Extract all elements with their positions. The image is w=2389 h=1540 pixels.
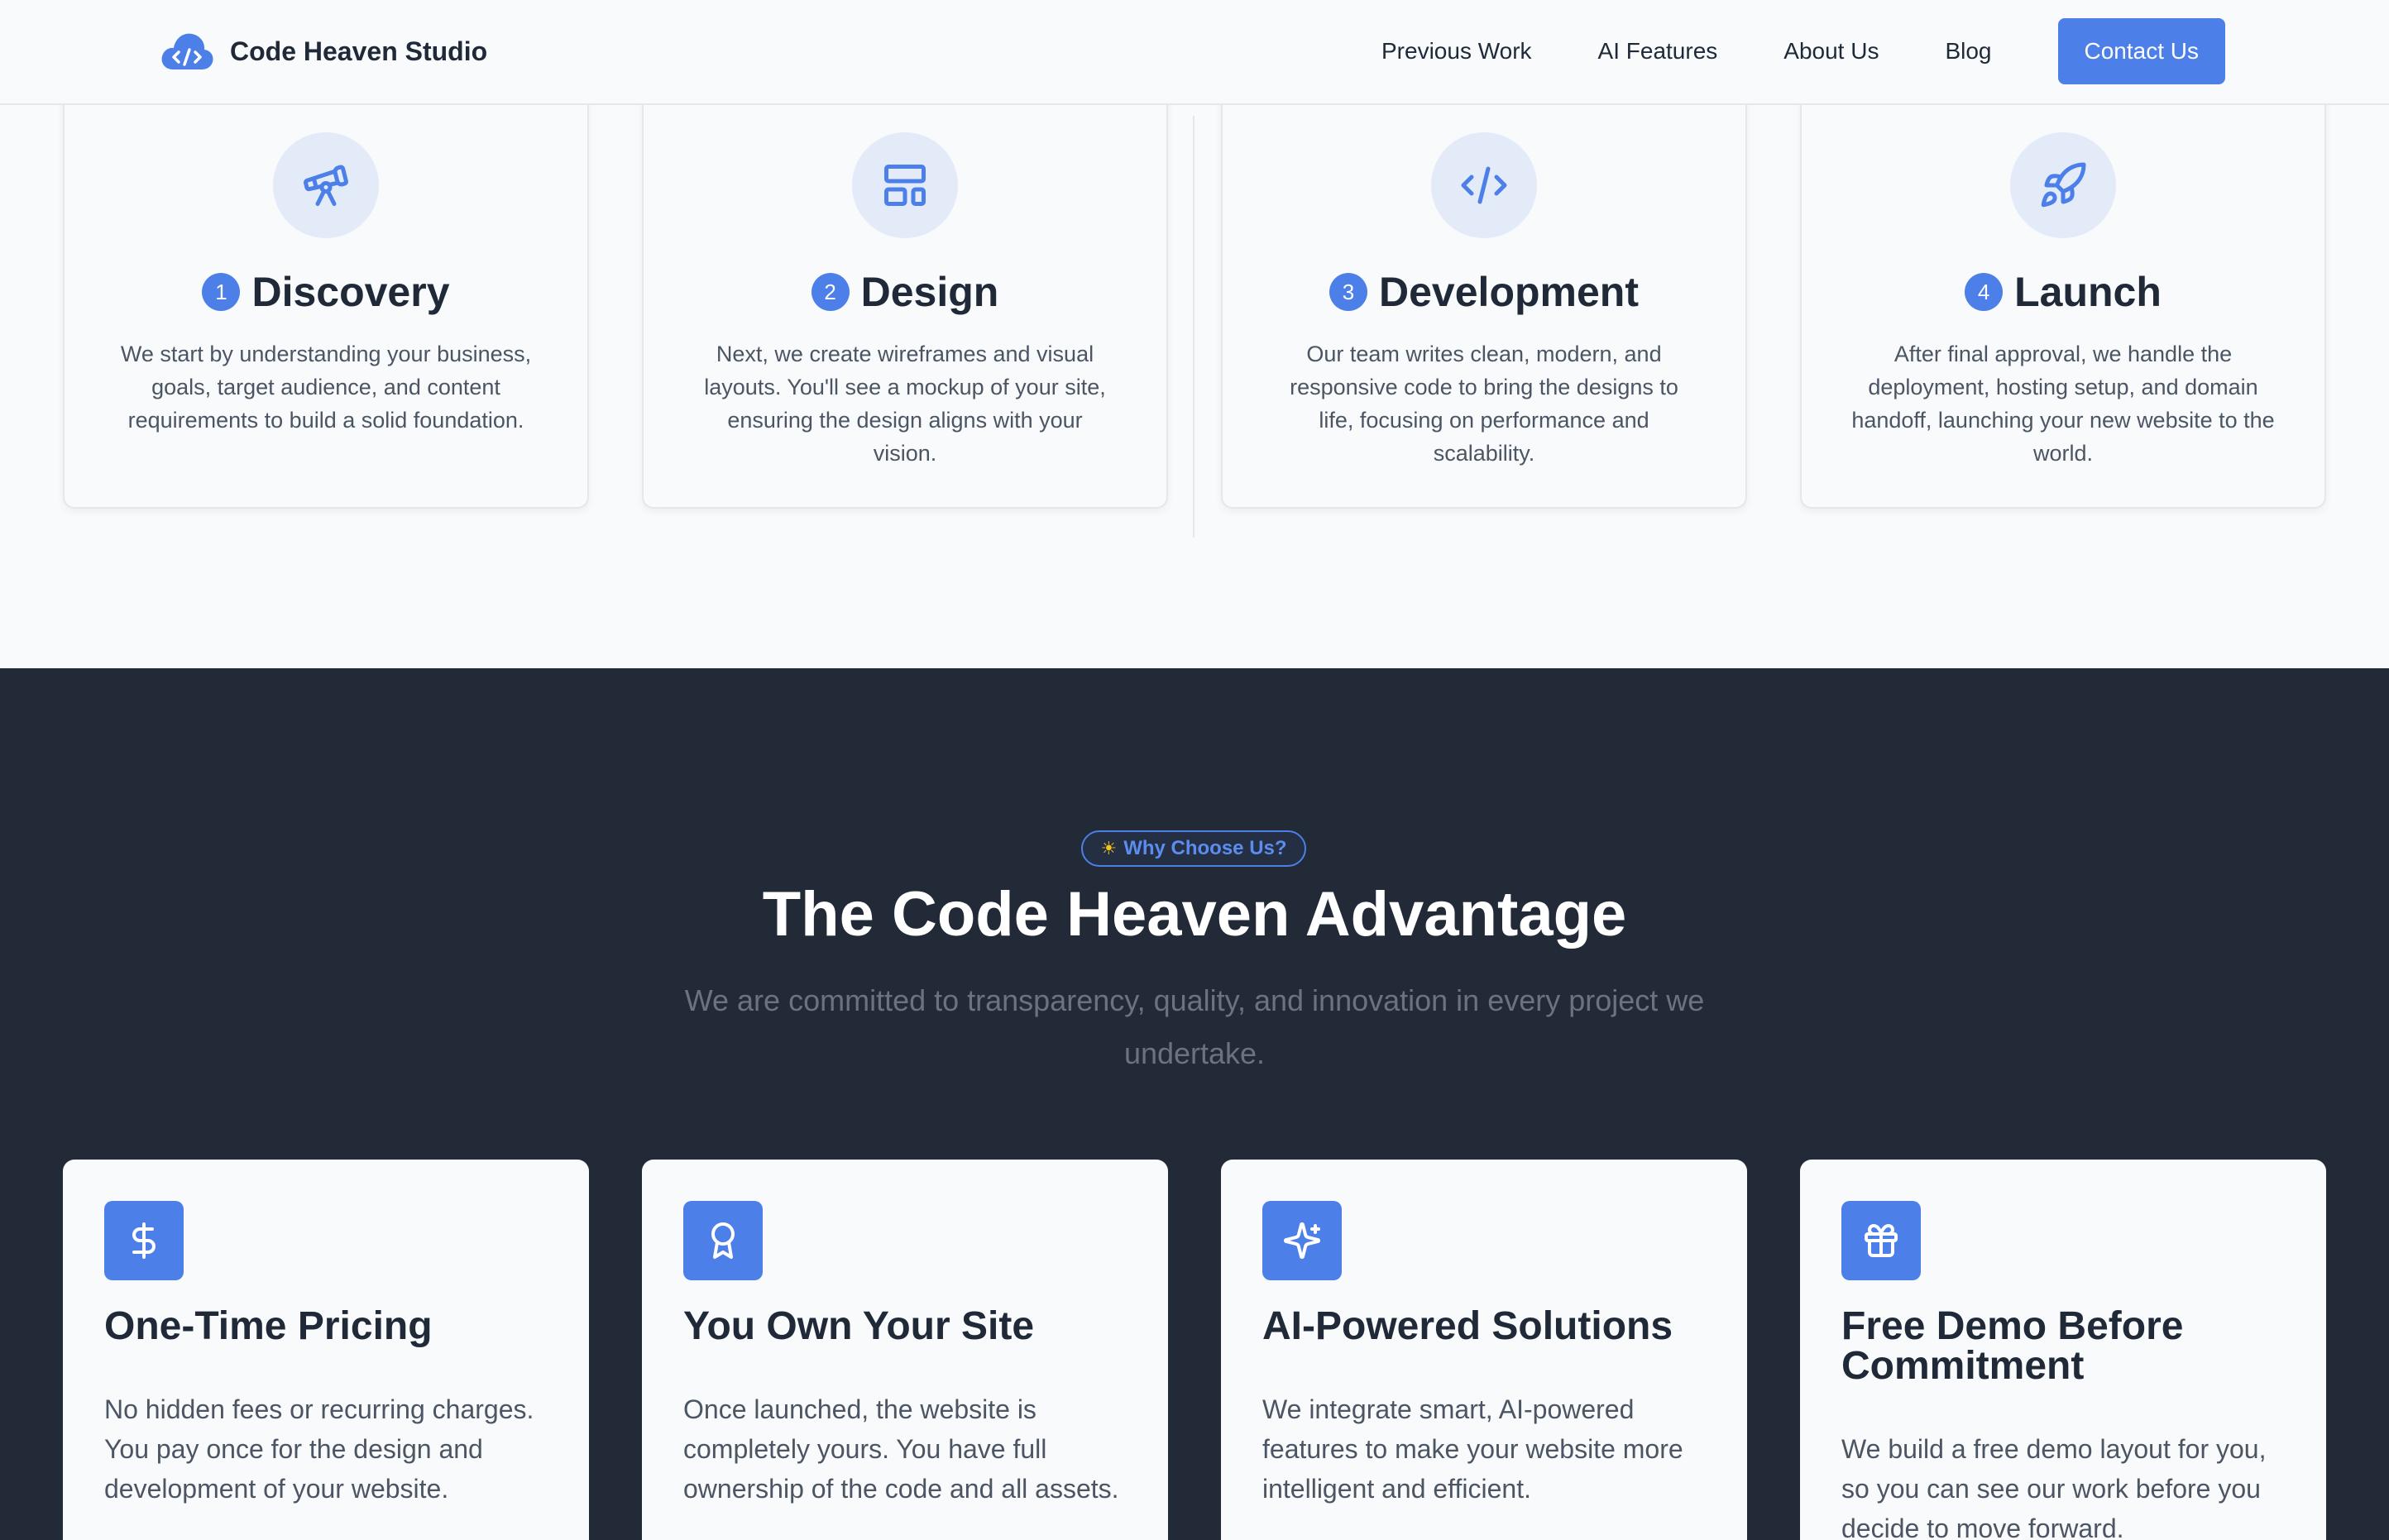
nav-ai-features[interactable]: AI Features [1598, 38, 1718, 65]
card-title: You Own Your Site [683, 1304, 1035, 1348]
award-icon [683, 1201, 763, 1280]
telescope-icon [273, 132, 379, 238]
advantage-card-pricing: One-Time Pricing No hidden fees or recur… [63, 1160, 589, 1540]
card-description: Once launched, the website is completely… [683, 1394, 1119, 1504]
step-title: Discovery [251, 269, 450, 315]
process-card-launch: 4 Launch After final approval, we handle… [1800, 83, 2326, 509]
dollar-icon [104, 1201, 184, 1280]
card-title: Free Demo Before Commitment [1841, 1304, 2184, 1388]
why-choose-badge: ☀ Why Choose Us? [1081, 830, 1306, 867]
sun-icon: ☀ [1100, 838, 1118, 858]
advantage-card-ai: AI-Powered Solutions We integrate smart,… [1221, 1160, 1747, 1540]
gift-icon [1841, 1201, 1921, 1280]
step-description: We start by understanding your business,… [120, 342, 532, 433]
step-description: After final approval, we handle the depl… [1851, 342, 2275, 466]
card-title: AI-Powered Solutions [1262, 1304, 1673, 1348]
step-title: Launch [2014, 269, 2162, 315]
card-title: One-Time Pricing [104, 1304, 433, 1348]
process-title: 2 Design [644, 268, 1166, 316]
brand[interactable]: Code Heaven Studio [159, 28, 487, 74]
section-title: The Code Heaven Advantage [762, 879, 1627, 949]
advantage-card-ownership: You Own Your Site Once launched, the web… [642, 1160, 1168, 1540]
process-card-discovery: 1 Discovery We start by understanding yo… [63, 83, 589, 509]
divider [1193, 116, 1194, 538]
process-title: 4 Launch [1802, 268, 2324, 316]
page: 1 Discovery We start by understanding yo… [0, 0, 2389, 1540]
process-title: 1 Discovery [65, 268, 587, 316]
code-icon [1431, 132, 1537, 238]
card-description: We build a free demo layout for you, so … [1841, 1434, 2267, 1540]
process-card-development: 3 Development Our team writes clean, mod… [1221, 83, 1747, 509]
cloud-code-icon [161, 33, 213, 69]
step-title: Design [860, 269, 999, 315]
badge-label: Why Choose Us? [1123, 837, 1287, 859]
sparkles-icon [1262, 1201, 1342, 1280]
site-header: Code Heaven Studio Previous Work AI Feat… [0, 0, 2389, 105]
card-description: We integrate smart, AI-powered features … [1262, 1394, 1683, 1504]
card-description: No hidden fees or recurring charges. You… [104, 1394, 534, 1504]
advantage-section: ☀ Why Choose Us? The Code Heaven Advanta… [0, 668, 2389, 1540]
step-number-badge: 2 [811, 273, 850, 311]
layout-icon [852, 132, 958, 238]
step-title: Development [1379, 269, 1639, 315]
step-number-badge: 4 [1965, 273, 2004, 311]
contact-us-button[interactable]: Contact Us [2057, 18, 2225, 84]
step-number-badge: 3 [1329, 273, 1368, 311]
process-title: 3 Development [1223, 268, 1745, 316]
main-nav: Previous Work AI Features About Us Blog … [1381, 18, 2225, 84]
section-subtitle: We are committed to transparency, qualit… [684, 983, 1705, 1070]
advantage-card-demo: Free Demo Before Commitment We build a f… [1800, 1160, 2326, 1540]
process-card-design: 2 Design Next, we create wireframes and … [642, 83, 1168, 509]
step-description: Our team writes clean, modern, and respo… [1290, 342, 1678, 466]
nav-blog[interactable]: Blog [1945, 38, 1991, 65]
nav-about-us[interactable]: About Us [1783, 38, 1879, 65]
brand-name: Code Heaven Studio [230, 36, 488, 66]
step-number-badge: 1 [202, 273, 241, 311]
step-description: Next, we create wireframes and visual la… [704, 342, 1106, 466]
nav-previous-work[interactable]: Previous Work [1381, 38, 1532, 65]
rocket-icon [2010, 132, 2116, 238]
